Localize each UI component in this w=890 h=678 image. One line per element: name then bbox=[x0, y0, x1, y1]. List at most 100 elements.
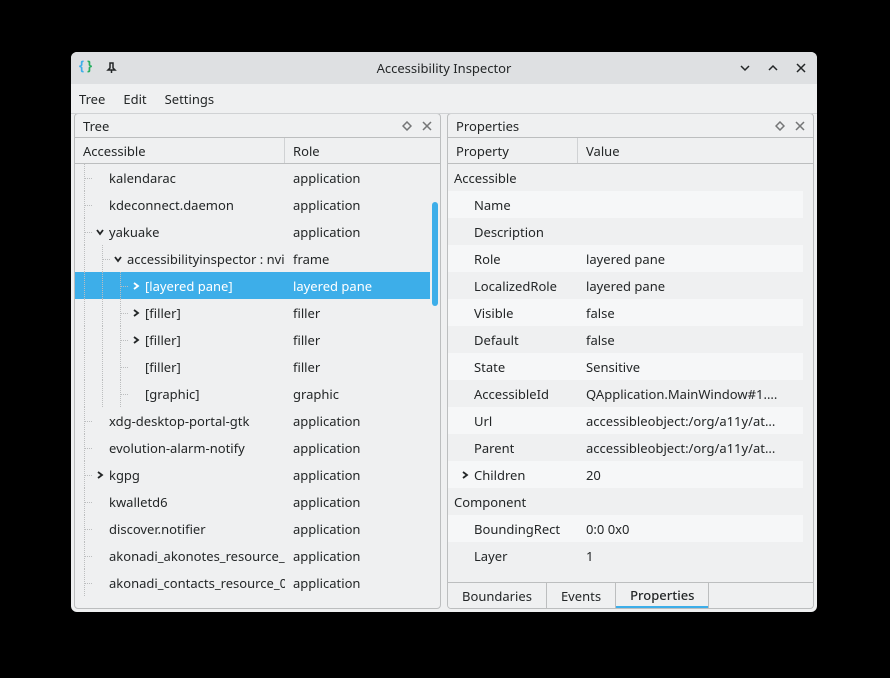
tree-row[interactable]: akonadi_contacts_resource_0application bbox=[75, 569, 430, 596]
properties-scrollbar[interactable] bbox=[803, 164, 813, 582]
tree-row[interactable]: kalendaracapplication bbox=[75, 164, 430, 191]
menu-settings[interactable]: Settings bbox=[165, 90, 214, 108]
tree-row-role: application bbox=[285, 434, 430, 461]
tree-column-accessible[interactable]: Accessible bbox=[75, 138, 285, 163]
tree-row-role: application bbox=[285, 164, 430, 191]
property-row[interactable]: StateSensitive bbox=[448, 353, 803, 380]
properties-pane: Properties Property Value Accessible Name… bbox=[447, 114, 814, 609]
property-name: Description bbox=[474, 223, 544, 241]
window-title: Accessibility Inspector bbox=[71, 59, 817, 77]
tree-row-label: [layered pane] bbox=[145, 277, 233, 295]
property-row[interactable]: Visible false bbox=[448, 299, 803, 326]
tree-row-role: application bbox=[285, 515, 430, 542]
tree-row[interactable]: yakuakeapplication bbox=[75, 218, 430, 245]
tree-row[interactable]: [layered pane]layered pane bbox=[75, 272, 430, 299]
property-row[interactable]: AccessibleId QApplication.MainWindow#1...… bbox=[448, 380, 803, 407]
tree-row[interactable]: kgpg application bbox=[75, 461, 430, 488]
property-row[interactable]: LocalizedRolelayered pane bbox=[448, 272, 803, 299]
tree-row-label: akonadi_akonotes_resource_0 bbox=[109, 547, 285, 565]
properties-body[interactable]: AccessibleNameDescriptionRolelayered pan… bbox=[448, 164, 803, 582]
tree-row[interactable]: [filler] filler bbox=[75, 326, 430, 353]
property-name: Children bbox=[474, 466, 525, 484]
tree-row-label: kwalletd6 bbox=[109, 493, 168, 511]
menubar: Tree Edit Settings bbox=[71, 84, 817, 114]
property-row[interactable]: Rolelayered pane bbox=[448, 245, 803, 272]
svg-text:}: } bbox=[87, 58, 92, 74]
tab-events[interactable]: Events bbox=[547, 583, 616, 608]
property-row[interactable]: BoundingRect0:0 0x0 bbox=[448, 515, 803, 542]
tree-pane-header: Tree bbox=[75, 114, 440, 138]
tab-boundaries[interactable]: Boundaries bbox=[448, 583, 547, 608]
property-value: false bbox=[578, 326, 803, 353]
tree-row-label: [filler] bbox=[145, 331, 181, 349]
properties-pane-title: Properties bbox=[456, 117, 519, 135]
tree-row-role: filler bbox=[285, 299, 430, 326]
chevron-right-icon[interactable] bbox=[93, 468, 107, 482]
tree-row[interactable]: evolution-alarm-notify application bbox=[75, 434, 430, 461]
tree-scrollbar[interactable] bbox=[430, 164, 440, 608]
property-name: Role bbox=[474, 250, 501, 268]
tree-column-role[interactable]: Role bbox=[285, 138, 440, 163]
pin-icon[interactable] bbox=[103, 60, 119, 76]
tree-row[interactable]: [filler]filler bbox=[75, 299, 430, 326]
svg-text:{: { bbox=[79, 58, 84, 74]
property-value: accessibleobject:/org/a11y/at... bbox=[578, 407, 803, 434]
minimize-button[interactable] bbox=[737, 60, 753, 76]
props-column-property[interactable]: Property bbox=[448, 138, 578, 163]
tree-row[interactable]: accessibilityinspector : nvi…frame bbox=[75, 245, 430, 272]
chevron-right-icon[interactable] bbox=[129, 279, 143, 293]
tree-row-label: [filler] bbox=[145, 358, 181, 376]
property-row[interactable]: Defaultfalse bbox=[448, 326, 803, 353]
tree-row-label: kdeconnect.daemon bbox=[109, 196, 234, 214]
menu-tree[interactable]: Tree bbox=[79, 90, 105, 108]
tree-pane-title: Tree bbox=[83, 117, 109, 135]
property-row[interactable]: Children 20 bbox=[448, 461, 803, 488]
maximize-button[interactable] bbox=[765, 60, 781, 76]
tree-row[interactable]: discover.notifier application bbox=[75, 515, 430, 542]
property-value: layered pane bbox=[578, 272, 803, 299]
property-value: accessibleobject:/org/a11y/at... bbox=[578, 434, 803, 461]
menu-edit[interactable]: Edit bbox=[123, 90, 146, 108]
tree-row-role: filler bbox=[285, 326, 430, 353]
property-name: Visible bbox=[474, 304, 513, 322]
property-value: 20 bbox=[578, 461, 803, 488]
property-row[interactable]: Parentaccessibleobject:/org/a11y/at... bbox=[448, 434, 803, 461]
property-row[interactable]: Layer1 bbox=[448, 542, 803, 569]
close-button[interactable] bbox=[793, 60, 809, 76]
tree-row-role: application bbox=[285, 461, 430, 488]
pane-close-icon[interactable] bbox=[420, 119, 434, 133]
property-value: false bbox=[578, 299, 803, 326]
tree-row[interactable]: akonadi_akonotes_resource_0application bbox=[75, 542, 430, 569]
properties-pane-header: Properties bbox=[448, 114, 813, 138]
tree-row-label: [graphic] bbox=[145, 385, 200, 403]
property-row[interactable]: Description bbox=[448, 218, 803, 245]
pane-undock-icon[interactable] bbox=[400, 119, 414, 133]
property-value: Sensitive bbox=[578, 353, 803, 380]
pane-close-icon[interactable] bbox=[793, 119, 807, 133]
tree-row-label: evolution-alarm-notify bbox=[109, 439, 245, 457]
tab-properties[interactable]: Properties bbox=[616, 583, 708, 608]
property-group: Accessible bbox=[448, 164, 803, 191]
property-name: AccessibleId bbox=[474, 385, 549, 403]
tree-row-role: application bbox=[285, 191, 430, 218]
tree-row[interactable]: kdeconnect.daemon application bbox=[75, 191, 430, 218]
tree-row[interactable]: kwalletd6application bbox=[75, 488, 430, 515]
property-name: Name bbox=[474, 196, 511, 214]
property-row[interactable]: Urlaccessibleobject:/org/a11y/at... bbox=[448, 407, 803, 434]
chevron-right-icon[interactable] bbox=[129, 333, 143, 347]
property-row[interactable]: Name bbox=[448, 191, 803, 218]
chevron-right-icon[interactable] bbox=[129, 306, 143, 320]
tree-row[interactable]: [filler]filler bbox=[75, 353, 430, 380]
tree-body[interactable]: kalendaracapplication kdeconnect.daemon ap… bbox=[75, 164, 430, 608]
chevron-down-icon[interactable] bbox=[93, 225, 107, 239]
chevron-down-icon[interactable] bbox=[111, 252, 125, 266]
tree-row-role: frame bbox=[285, 245, 430, 272]
chevron-right-icon[interactable] bbox=[458, 468, 472, 482]
pane-undock-icon[interactable] bbox=[773, 119, 787, 133]
tree-row[interactable]: xdg-desktop-portal-gtkapplication bbox=[75, 407, 430, 434]
props-column-value[interactable]: Value bbox=[578, 138, 813, 163]
tree-row-label: kgpg bbox=[109, 466, 140, 484]
tree-row-label: discover.notifier bbox=[109, 520, 206, 538]
property-value: QApplication.MainWindow#1.... bbox=[578, 380, 803, 407]
tree-row[interactable]: [graphic]graphic bbox=[75, 380, 430, 407]
